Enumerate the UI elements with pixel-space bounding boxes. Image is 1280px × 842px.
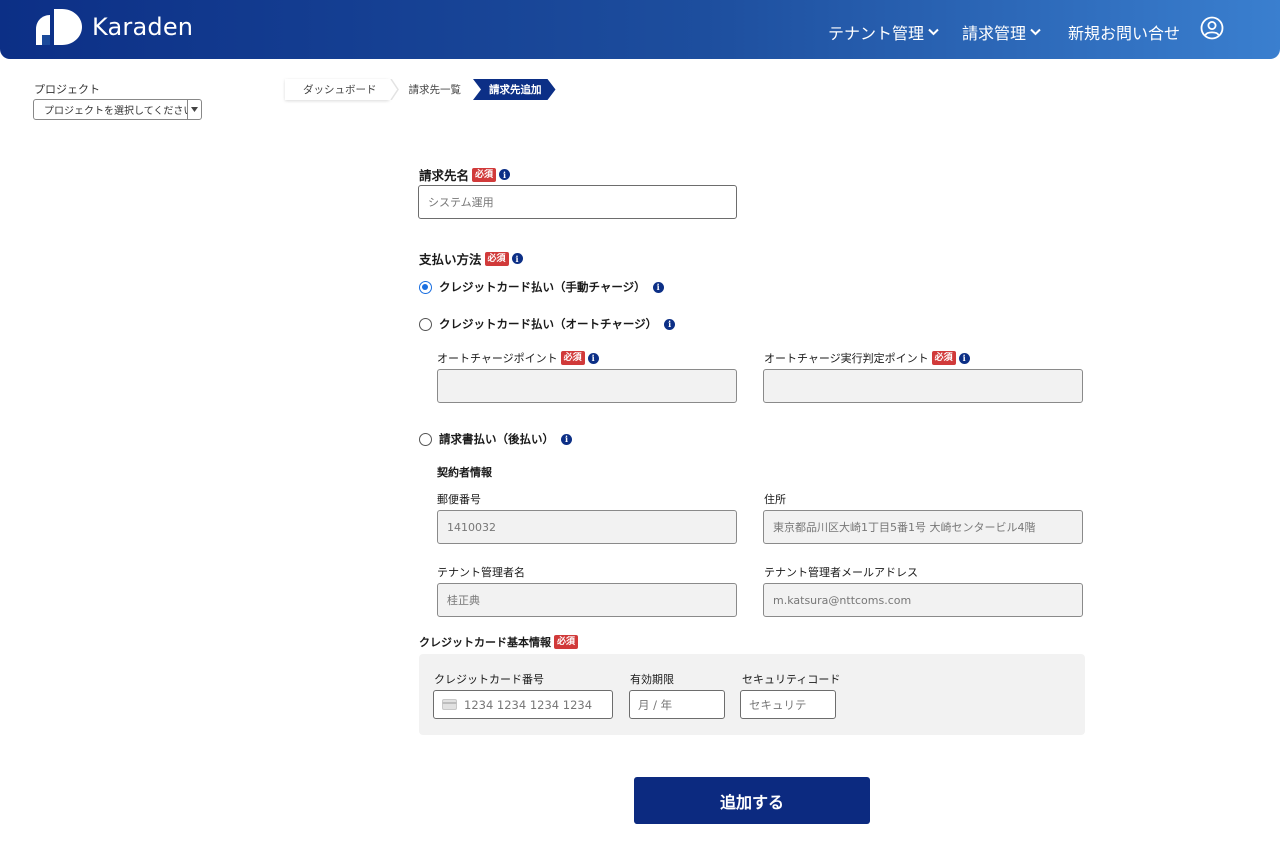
nav-tenant-management-label: テナント管理 — [828, 24, 925, 43]
info-icon[interactable]: i — [499, 169, 511, 180]
payment-option-invoice[interactable]: 請求書払い（後払い） i — [419, 431, 572, 447]
dropdown-arrow-icon — [187, 100, 201, 119]
billing-name-value: システム運用 — [428, 196, 494, 209]
postal-code-input[interactable]: 1410032 — [437, 510, 737, 544]
address-input[interactable]: 東京都品川区大崎1丁目5番1号 大崎センタービル4階 — [763, 510, 1083, 544]
breadcrumb-separator-icon — [389, 79, 399, 100]
radio-unchecked-icon[interactable] — [419, 317, 432, 331]
security-code-input[interactable]: セキュリテ — [740, 690, 836, 719]
radio-unchecked-icon[interactable] — [419, 432, 432, 446]
nav-billing-management[interactable]: 請求管理 — [962, 20, 1041, 44]
nav-billing-management-label: 請求管理 — [962, 24, 1027, 43]
project-select[interactable]: プロジェクトを選択してください — [33, 99, 202, 120]
required-badge: 必須 — [484, 251, 509, 266]
contractor-info-title: 契約者情報 — [437, 466, 492, 479]
security-code-label: セキュリティコード — [742, 673, 841, 686]
card-number-placeholder: 1234 1234 1234 1234 — [464, 697, 593, 712]
credit-card-info-label: クレジットカード基本情報 必須 — [419, 634, 579, 650]
top-header: Karaden テナント管理 請求管理 新規お問い合せ — [0, 0, 1280, 59]
security-code-placeholder: セキュリテ — [749, 697, 807, 712]
breadcrumb-dashboard-label: ダッシュボード — [303, 84, 377, 96]
address-label: 住所 — [764, 493, 786, 506]
credit-card-icon — [442, 699, 457, 710]
auto-charge-point-input[interactable] — [437, 369, 737, 403]
breadcrumb-billing-add: 請求先追加 — [473, 79, 556, 100]
auto-charge-threshold-input[interactable] — [763, 369, 1083, 403]
auto-charge-point-label-text: オートチャージポイント — [437, 352, 558, 365]
payment-option-manual-charge[interactable]: クレジットカード払い（手動チャージ） i — [419, 279, 664, 295]
info-icon[interactable]: i — [587, 352, 599, 364]
chevron-down-icon — [1030, 28, 1041, 36]
tenant-manager-email-value: m.katsura@nttcoms.com — [773, 593, 912, 607]
brand-logo[interactable]: Karaden — [36, 9, 193, 45]
tenant-manager-name-label: テナント管理者名 — [437, 566, 525, 579]
add-button[interactable]: 追加する — [634, 777, 870, 824]
postal-code-label: 郵便番号 — [437, 493, 481, 506]
required-badge: 必須 — [554, 635, 579, 649]
billing-name-label-text: 請求先名 — [419, 168, 470, 183]
expiry-label: 有効期限 — [630, 673, 674, 686]
info-icon[interactable]: i — [561, 433, 572, 445]
tenant-manager-name-value: 桂正典 — [447, 594, 480, 607]
chevron-down-icon — [928, 28, 939, 36]
credit-card-info-label-text: クレジットカード基本情報 — [419, 636, 551, 649]
billing-name-label: 請求先名 必須 i — [419, 165, 511, 184]
nav-tenant-management[interactable]: テナント管理 — [828, 20, 939, 44]
auto-charge-point-label: オートチャージポイント 必須 i — [437, 350, 599, 366]
radio-checked-icon[interactable] — [419, 280, 432, 294]
payment-option-auto-charge[interactable]: クレジットカード払い（オートチャージ） i — [419, 316, 676, 332]
project-label: プロジェクト — [34, 83, 100, 96]
brand-name: Karaden — [92, 13, 194, 41]
tenant-manager-email-label: テナント管理者メールアドレス — [764, 566, 918, 579]
user-icon — [1200, 16, 1224, 40]
tenant-manager-email-input[interactable]: m.katsura@nttcoms.com — [763, 583, 1083, 617]
required-badge: 必須 — [931, 351, 956, 365]
nav-new-inquiry[interactable]: 新規お問い合せ — [1068, 20, 1180, 44]
card-number-input[interactable]: 1234 1234 1234 1234 — [433, 690, 613, 719]
expiry-input[interactable]: 月 / 年 — [629, 690, 725, 719]
breadcrumb-billing-list[interactable]: 請求先一覧 — [388, 79, 473, 100]
info-icon[interactable]: i — [664, 318, 676, 330]
info-icon[interactable]: i — [958, 352, 970, 364]
payment-option-manual-charge-label: クレジットカード払い（手動チャージ） — [439, 280, 646, 294]
tenant-manager-name-input[interactable]: 桂正典 — [437, 583, 737, 617]
user-account-button[interactable] — [1200, 16, 1224, 40]
breadcrumb: ダッシュボード 請求先一覧 請求先追加 — [285, 79, 556, 100]
info-icon[interactable]: i — [511, 253, 523, 264]
nav-new-inquiry-label: 新規お問い合せ — [1068, 24, 1181, 43]
required-badge: 必須 — [560, 351, 585, 365]
breadcrumb-billing-add-label: 請求先追加 — [489, 84, 542, 96]
payment-option-auto-charge-label: クレジットカード払い（オートチャージ） — [439, 317, 658, 331]
breadcrumb-dashboard[interactable]: ダッシュボード — [285, 79, 389, 100]
postal-code-value: 1410032 — [447, 520, 496, 534]
auto-charge-threshold-label: オートチャージ実行判定ポイント 必須 i — [764, 350, 970, 366]
karaden-logo-icon — [36, 9, 82, 45]
required-badge: 必須 — [472, 167, 497, 182]
billing-name-input[interactable]: システム運用 — [418, 185, 737, 219]
info-icon[interactable]: i — [652, 281, 664, 293]
auto-charge-threshold-label-text: オートチャージ実行判定ポイント — [764, 352, 929, 365]
address-value: 東京都品川区大崎1丁目5番1号 大崎センタービル4階 — [773, 521, 1036, 534]
project-select-value: プロジェクトを選択してください — [44, 106, 187, 117]
payment-method-label: 支払い方法 必須 i — [419, 249, 523, 268]
breadcrumb-billing-list-label: 請求先一覧 — [408, 84, 462, 96]
expiry-placeholder: 月 / 年 — [638, 697, 673, 712]
card-number-label: クレジットカード番号 — [434, 673, 544, 686]
payment-method-label-text: 支払い方法 — [419, 252, 482, 267]
payment-option-invoice-label: 請求書払い（後払い） — [439, 432, 554, 446]
